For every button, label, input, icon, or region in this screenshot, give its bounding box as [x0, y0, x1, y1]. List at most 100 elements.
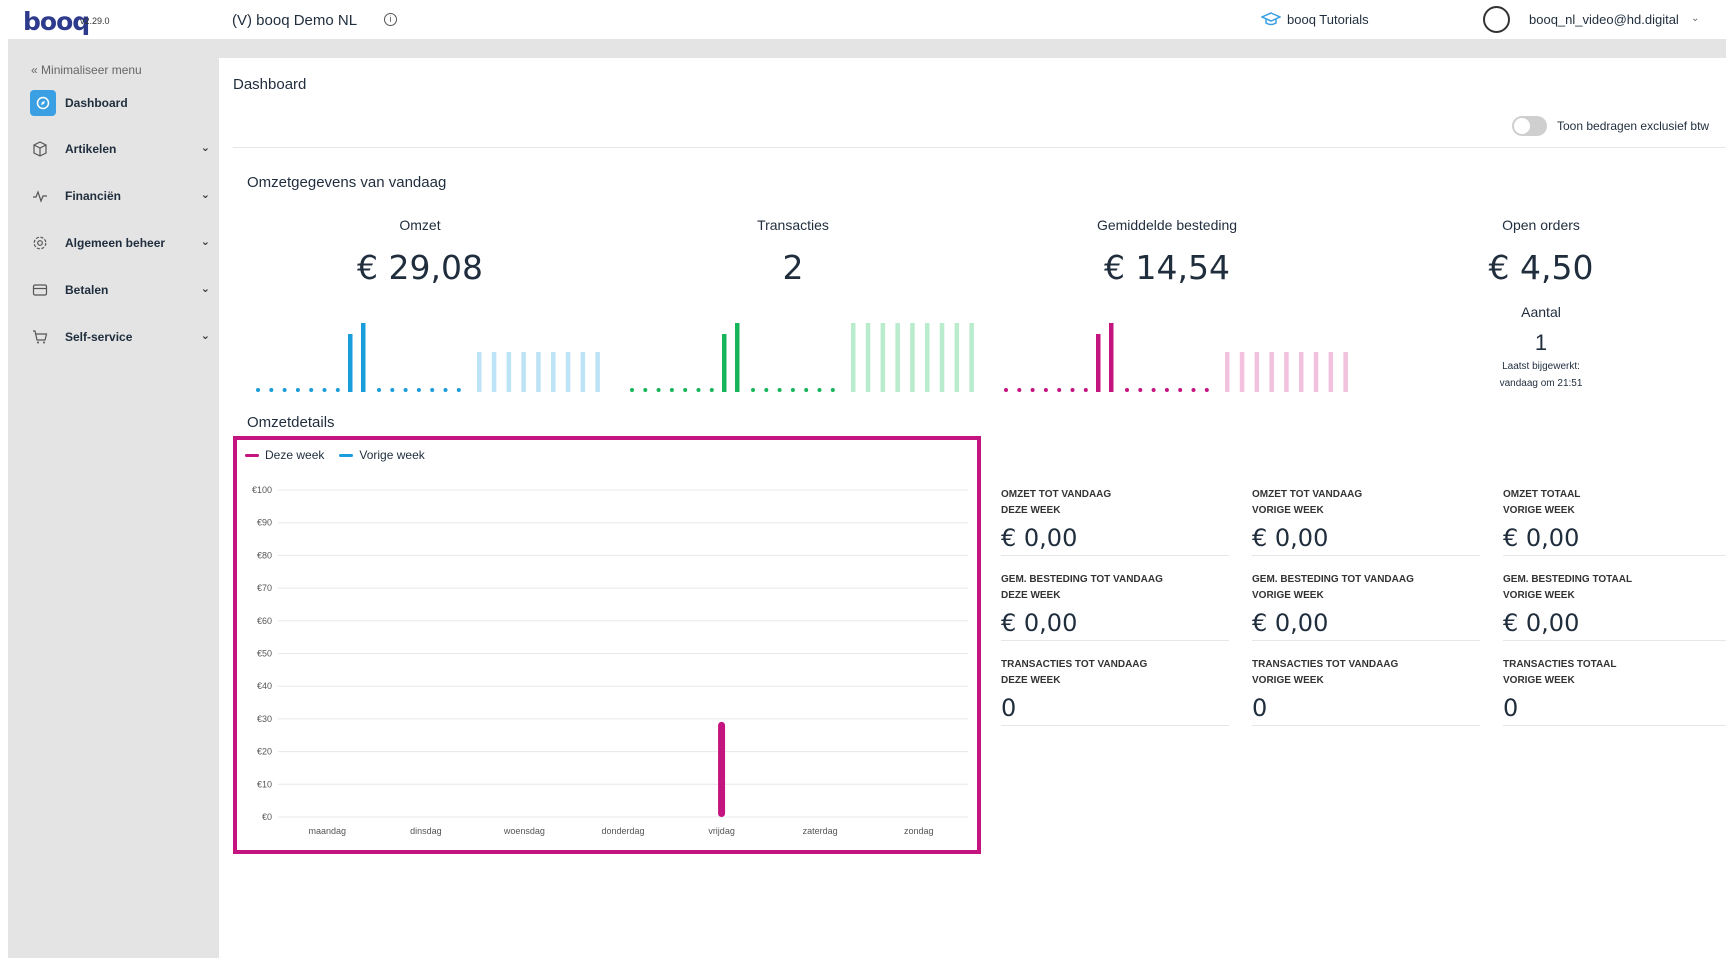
metric-divider — [1252, 725, 1480, 726]
metric-divider — [1001, 640, 1229, 641]
today-section-title: Omzetgegevens van vandaag — [247, 174, 447, 191]
sidebar-item-betalen[interactable]: Betalen ⌄ — [30, 277, 210, 303]
metric-label: GEM. BESTEDING TOTAAL — [1503, 574, 1633, 585]
spark-bar — [1096, 334, 1101, 392]
minimize-menu-button[interactable]: « Minimaliseer menu — [31, 63, 142, 77]
sidebar-item-algemeen-beheer[interactable]: Algemeen beheer ⌄ — [30, 230, 210, 256]
metric-value: € 0,00 — [1001, 524, 1078, 552]
legend-item-deze-week[interactable]: Deze week — [245, 448, 324, 462]
spark-bar — [1109, 323, 1114, 392]
spark-dot — [1043, 388, 1048, 392]
spark-dot — [1164, 388, 1169, 392]
open-orders-count: 1 — [1534, 330, 1548, 355]
metric-period: VORIGE WEEK — [1503, 675, 1575, 686]
chevron-down-icon[interactable]: ⌄ — [1691, 13, 1699, 24]
tutorials-link[interactable]: booq Tutorials — [1287, 12, 1369, 27]
spark-dot — [777, 388, 782, 392]
metric-card: OMZET TOT VANDAAG DEZE WEEK € 0,00 — [1001, 487, 1229, 552]
toggle-knob — [1514, 118, 1530, 134]
revenue-bar-chart: €0 €10 €20 €30 €40 €50 €60 €70 €80 €90 €100 maandag… — [252, 485, 968, 836]
spark-bar — [895, 323, 900, 392]
metric-period: VORIGE WEEK — [1252, 590, 1324, 601]
spark-dot — [390, 388, 395, 392]
sidebar-item-dashboard[interactable]: Dashboard — [30, 90, 210, 116]
spark-bar — [348, 334, 353, 392]
spark-dot — [256, 388, 260, 392]
y-tick-label: €70 — [257, 583, 272, 593]
metric-label: TRANSACTIES TOTAAL — [1503, 659, 1617, 670]
kpi-value-omzet: € 29,08 — [357, 248, 483, 287]
metric-value: € 0,00 — [1503, 524, 1580, 552]
metric-period: DEZE WEEK — [1001, 590, 1061, 601]
spark-dot — [709, 388, 714, 392]
spark-bar — [536, 352, 541, 392]
metric-label: OMZET TOT VANDAAG — [1001, 489, 1112, 500]
metric-divider — [1252, 640, 1480, 641]
metric-period: VORIGE WEEK — [1503, 590, 1575, 601]
kpi-label-transacties: Transacties — [757, 217, 829, 233]
metric-label: TRANSACTIES TOT VANDAAG — [1252, 659, 1399, 670]
spark-bar — [1313, 352, 1319, 392]
spark-dot — [309, 388, 314, 392]
metric-period: DEZE WEEK — [1001, 675, 1061, 686]
kpi-value-transacties: 2 — [782, 248, 804, 287]
legend-swatch — [245, 453, 259, 457]
spark-dot — [1138, 388, 1143, 392]
sparkline-omzet — [256, 323, 600, 392]
vat-toggle-label: Toon bedragen exclusief btw — [1557, 119, 1710, 133]
metric-period: VORIGE WEEK — [1252, 505, 1324, 516]
spark-bar — [580, 352, 586, 392]
app-version: v2.29.0 — [80, 16, 110, 26]
bar-deze-week[interactable] — [718, 721, 726, 817]
y-tick-label: €20 — [257, 747, 272, 757]
vat-toggle[interactable] — [1512, 116, 1547, 136]
store-name[interactable]: (V) booq Demo NL — [232, 12, 357, 29]
card-icon — [30, 280, 50, 300]
metric-label: GEM. BESTEDING TOT VANDAAG — [1001, 574, 1163, 585]
graduation-cap-icon[interactable] — [1261, 12, 1281, 26]
legend-item-vorige-week[interactable]: Vorige week — [339, 448, 425, 462]
sidebar-item-label: Dashboard — [65, 96, 128, 110]
spark-bar — [1328, 352, 1334, 392]
x-tick-label: maandag — [309, 826, 347, 836]
y-tick-label: €30 — [257, 714, 272, 724]
spark-bar — [1254, 352, 1260, 392]
last-updated-label: Laatst bijgewerkt: — [1502, 361, 1580, 372]
spark-dot — [295, 388, 300, 392]
sidebar-item-financien[interactable]: Financiën ⌄ — [30, 183, 210, 209]
metric-card: TRANSACTIES TOT VANDAAG DEZE WEEK 0 — [1001, 657, 1229, 722]
spark-bar — [361, 323, 366, 392]
spark-bar — [521, 352, 526, 392]
x-tick-label: donderdag — [601, 826, 644, 836]
top-bar: booq v2.29.0 (V) booq Demo NL i booq Tut… — [0, 0, 1726, 39]
spark-dot — [804, 388, 809, 392]
kpi-value-open-orders: € 4,50 — [1488, 248, 1594, 287]
spark-bar — [735, 323, 740, 392]
metric-value: 0 — [1001, 694, 1017, 722]
avatar[interactable] — [1483, 6, 1510, 33]
metric-card: GEM. BESTEDING TOT VANDAAG VORIGE WEEK € 0… — [1252, 572, 1480, 637]
sidebar-item-artikelen[interactable]: Artikelen ⌄ — [30, 136, 210, 162]
dashboard-icon — [30, 90, 56, 116]
metric-period: DEZE WEEK — [1001, 505, 1061, 516]
metric-value: € 0,00 — [1001, 609, 1078, 637]
spark-dot — [630, 388, 634, 392]
user-email[interactable]: booq_nl_video@hd.digital — [1529, 12, 1679, 27]
y-tick-label: €40 — [257, 681, 272, 691]
spark-dot — [1030, 388, 1035, 392]
spark-bar — [910, 323, 915, 392]
spark-bar — [477, 352, 482, 392]
y-tick-label: €0 — [262, 812, 272, 822]
metric-label: OMZET TOT VANDAAG — [1252, 489, 1363, 500]
legend-label: Deze week — [265, 448, 325, 462]
spark-bar — [1269, 352, 1274, 392]
sidebar-item-self-service[interactable]: Self-service ⌄ — [30, 324, 210, 350]
x-tick-label: vrijdag — [708, 826, 735, 836]
info-icon[interactable]: i — [384, 13, 397, 26]
gear-icon — [30, 233, 50, 253]
spark-dot — [817, 388, 822, 392]
y-tick-label: €50 — [257, 649, 272, 659]
metric-value: € 0,00 — [1503, 609, 1580, 637]
metric-divider — [1503, 555, 1726, 556]
box-icon — [30, 139, 50, 159]
